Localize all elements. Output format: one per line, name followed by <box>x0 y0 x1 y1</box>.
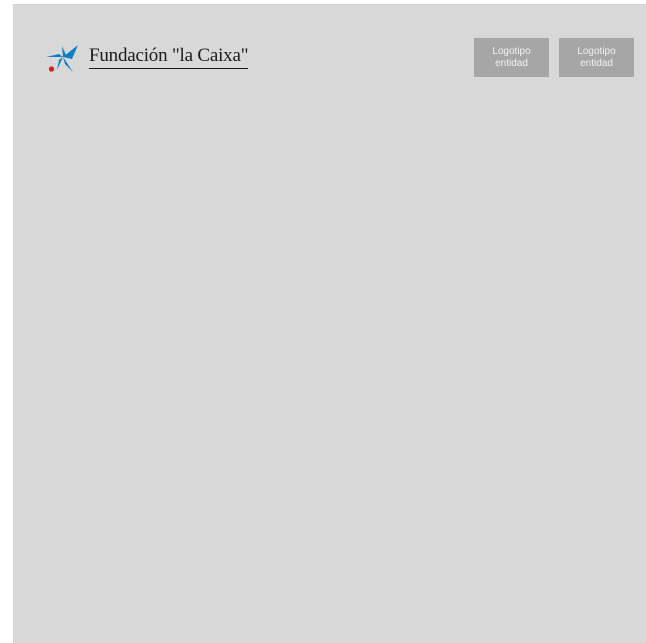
entity-logo-placeholder: Logotipo entidad <box>559 38 634 77</box>
entity-logo-placeholder: Logotipo entidad <box>474 38 549 77</box>
caixa-star-icon <box>46 45 78 72</box>
logo-placeholder-line2: entidad <box>495 57 528 69</box>
brand-logo: Fundación "la Caixa" <box>45 42 248 76</box>
logo-placeholder-line1: Logotipo <box>577 45 616 57</box>
logo-placeholder-line2: entidad <box>580 57 613 69</box>
page-canvas: Fundación "la Caixa" Logotipo entidad Lo… <box>13 4 646 643</box>
red-dot-icon <box>48 66 55 72</box>
logo-placeholder-line1: Logotipo <box>492 45 531 57</box>
brand-name: Fundación "la Caixa" <box>89 45 248 69</box>
